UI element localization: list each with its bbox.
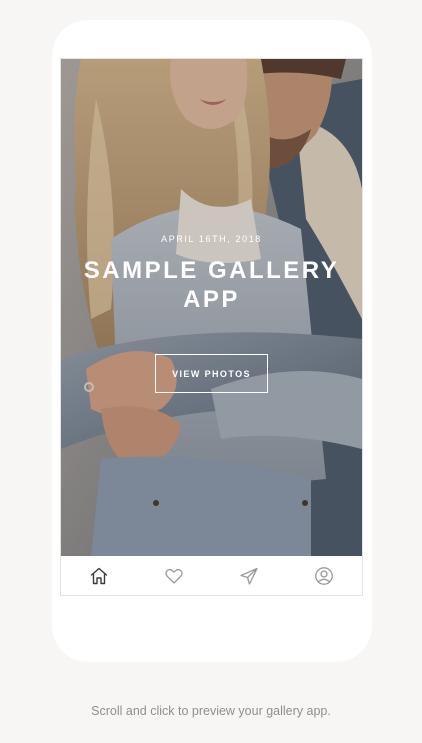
home-icon <box>90 567 107 584</box>
view-photos-button[interactable]: VIEW PHOTOS <box>155 354 268 393</box>
heart-icon <box>165 568 183 584</box>
send-icon <box>240 567 258 585</box>
phone-frame: APRIL 16TH, 2018 SAMPLE GALLERY APP VIEW… <box>52 20 372 662</box>
tab-favorites[interactable] <box>136 556 211 595</box>
tab-home[interactable] <box>61 556 136 595</box>
user-icon <box>315 566 334 585</box>
gallery-title: SAMPLE GALLERY APP <box>83 257 340 313</box>
app-screen[interactable]: APRIL 16TH, 2018 SAMPLE GALLERY APP VIEW… <box>60 58 363 596</box>
bottom-tab-bar <box>61 556 362 595</box>
hero-cover: APRIL 16TH, 2018 SAMPLE GALLERY APP VIEW… <box>61 59 362 556</box>
tab-profile[interactable] <box>287 556 362 595</box>
tab-share[interactable] <box>212 556 287 595</box>
gallery-date: APRIL 16TH, 2018 <box>161 234 262 244</box>
preview-caption: Scroll and click to preview your gallery… <box>91 704 331 718</box>
